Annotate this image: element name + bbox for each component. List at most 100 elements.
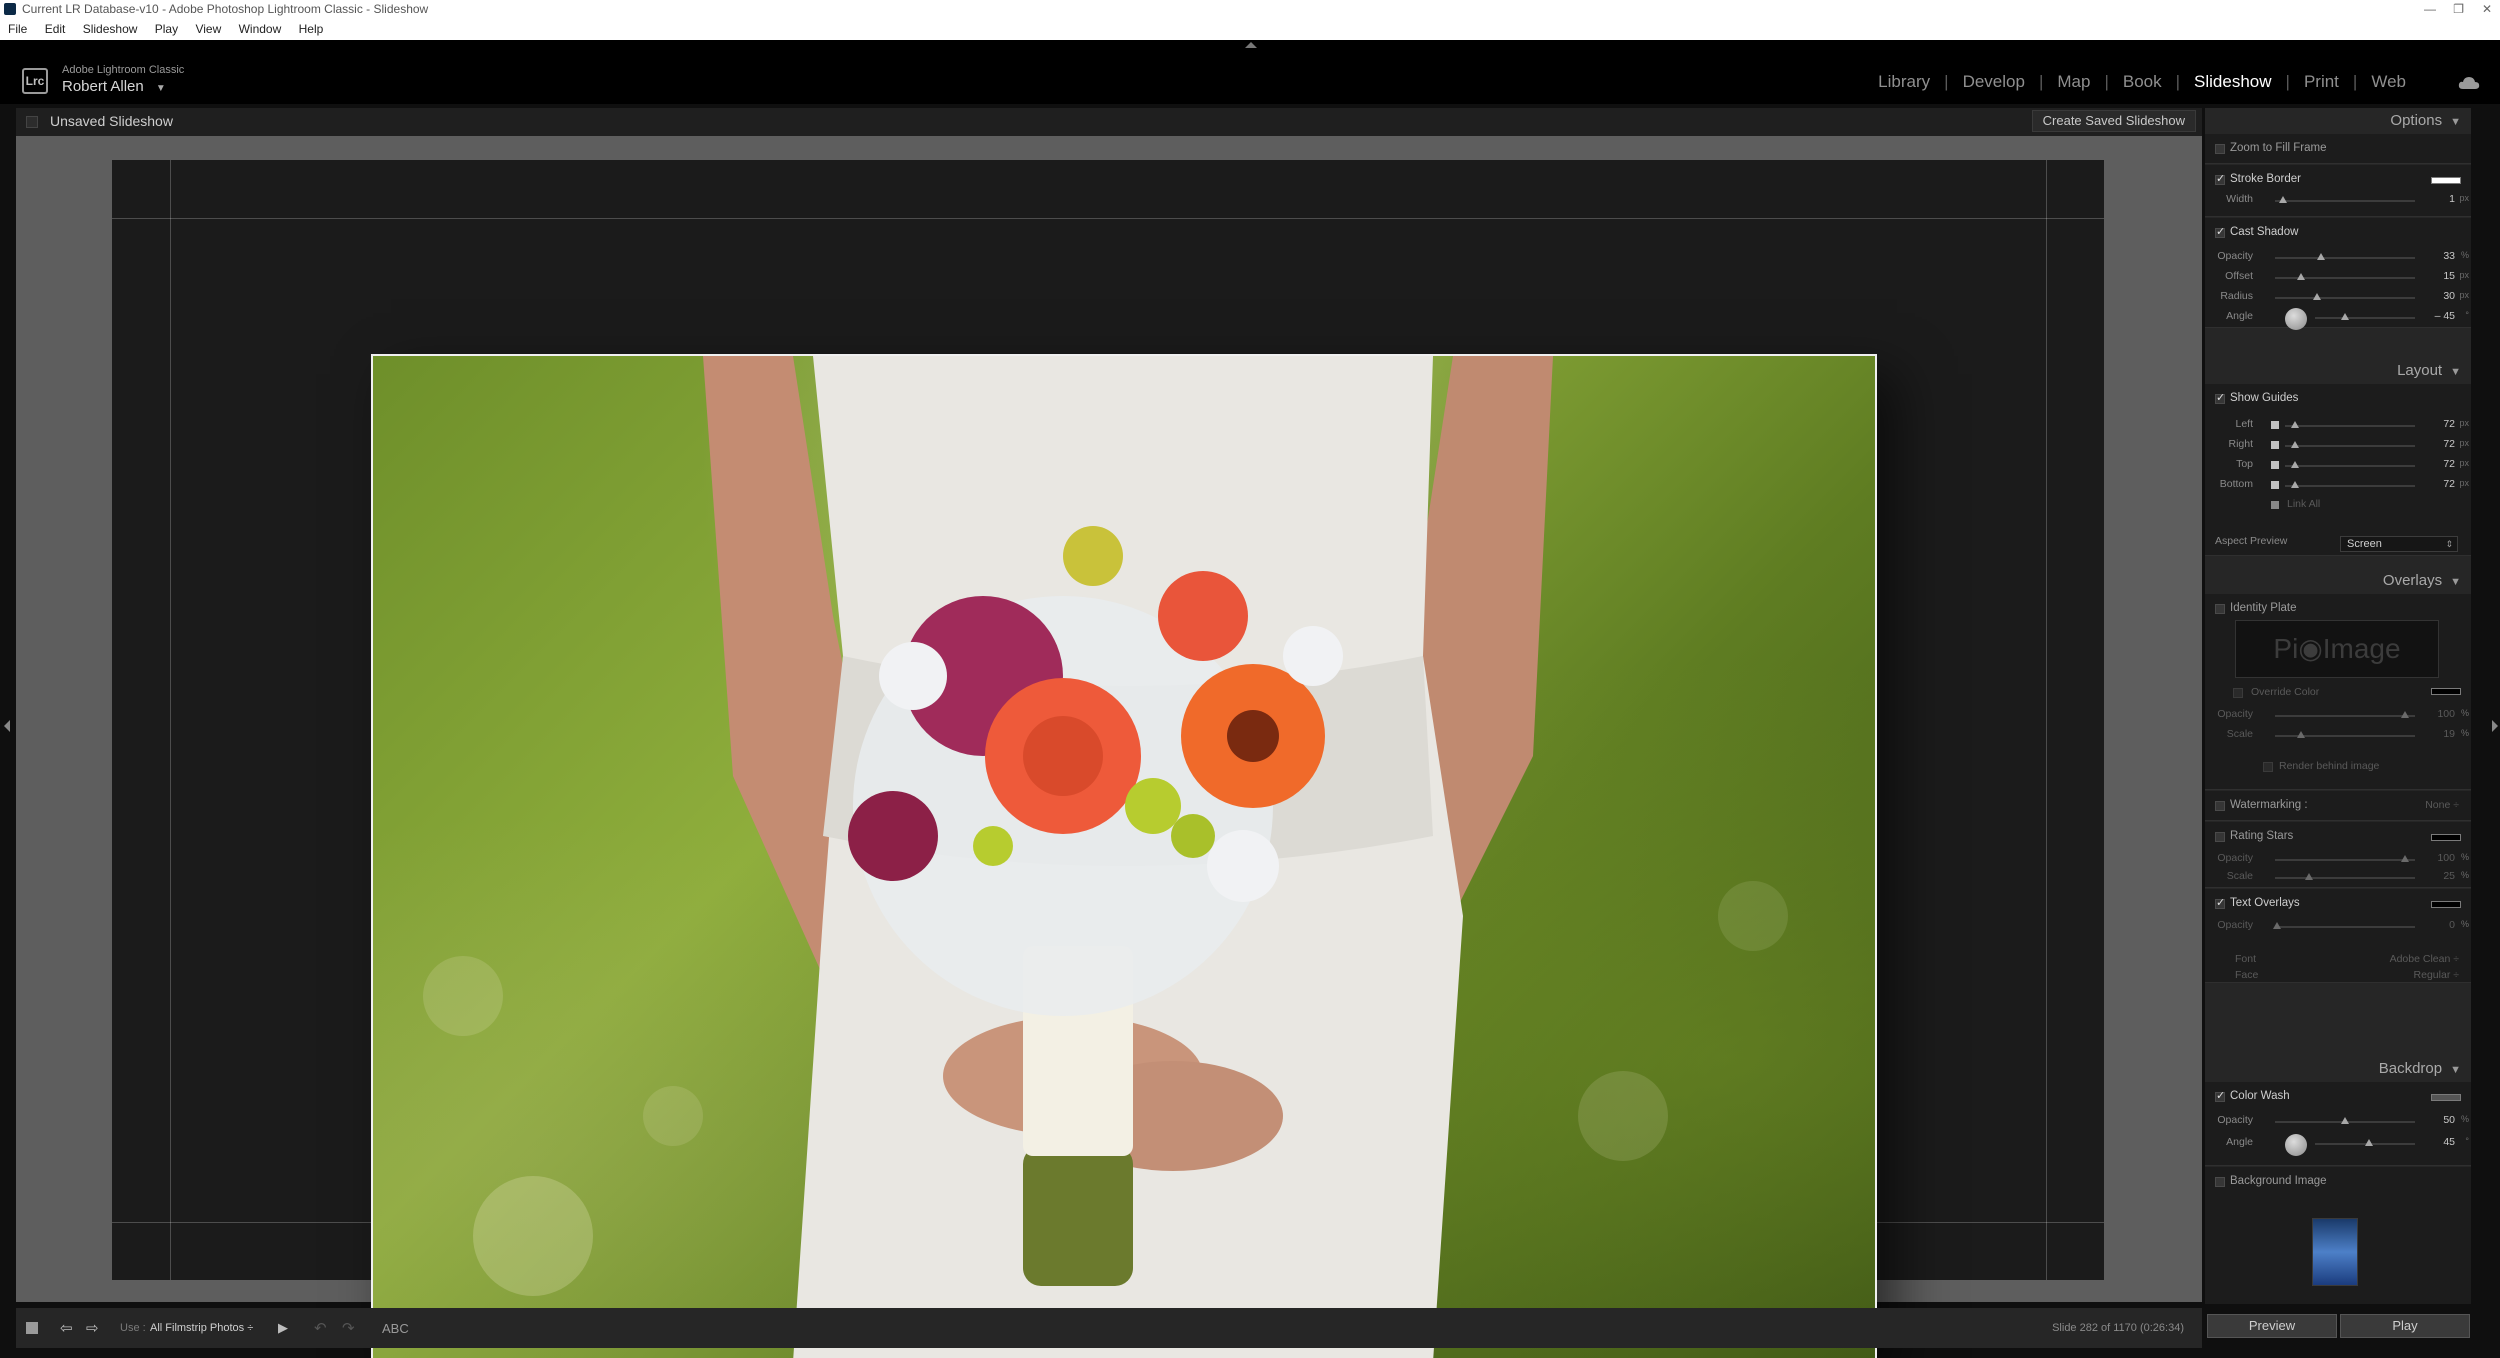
slider-track[interactable] [2285,425,2415,427]
menu-edit[interactable]: Edit [45,22,66,36]
slider-track[interactable] [2275,715,2415,717]
play-preview-icon[interactable]: ▶ [278,1320,288,1336]
overlays-panel-header[interactable]: Overlays ▼ [2383,572,2461,589]
guide-left-slider[interactable]: Left 72 px [2205,418,2471,434]
previous-slide-icon[interactable]: ⇦ [60,1319,73,1337]
close-button[interactable]: ✕ [2482,0,2492,18]
text-opacity-value[interactable]: 0 [2449,919,2455,931]
slider-knob[interactable] [2365,1139,2373,1146]
slide-photo[interactable] [371,354,1877,1358]
slider-track[interactable] [2315,317,2415,319]
module-print[interactable]: Print [2290,72,2353,92]
text-overlay-color-swatch[interactable] [2431,901,2461,908]
stroke-border-checkbox[interactable] [2215,172,2225,185]
slider-knob[interactable] [2291,481,2299,488]
create-saved-slideshow-button[interactable]: Create Saved Slideshow [2031,110,2196,132]
plate-opacity-value[interactable]: 100 [2437,708,2455,720]
wash-opacity-slider[interactable]: Opacity 50 % [2205,1114,2471,1130]
plate-scale-slider[interactable]: Scale 19 % [2205,728,2471,744]
watermark-select[interactable]: None ÷ [2425,799,2459,811]
menu-slideshow[interactable]: Slideshow [83,22,138,36]
rotate-right-icon[interactable]: ↷ [342,1319,355,1337]
stroke-width-slider[interactable]: Width 1 px [2205,193,2471,209]
rating-stars-color-swatch[interactable] [2431,834,2461,841]
slider-knob[interactable] [2279,196,2287,203]
shadow-angle-slider[interactable]: Angle – 45 ° [2205,308,2471,330]
slider-knob[interactable] [2341,313,2349,320]
layout-panel-header[interactable]: Layout ▼ [2397,362,2461,379]
module-develop[interactable]: Develop [1949,72,2039,92]
identity-plate-preview[interactable]: Pi◉Image [2235,620,2439,678]
menu-file[interactable]: File [8,22,27,36]
right-value[interactable]: 72 [2443,438,2455,450]
stars-opacity-value[interactable]: 100 [2437,852,2455,864]
slider-track[interactable] [2275,277,2415,279]
slider-knob[interactable] [2297,273,2305,280]
background-image-checkbox[interactable] [2215,1177,2225,1187]
guide-link-icon[interactable] [2271,461,2279,469]
module-library[interactable]: Library [1864,72,1944,92]
backdrop-panel-header[interactable]: Backdrop ▼ [2379,1060,2461,1077]
slider-track[interactable] [2285,465,2415,467]
text-overlays-checkbox[interactable] [2215,896,2225,909]
text-opacity-slider[interactable]: Opacity 0 % [2205,919,2471,935]
slider-track[interactable] [2275,859,2415,861]
wash-angle-value[interactable]: 45 [2443,1136,2455,1148]
identity-plate-checkbox[interactable] [2215,604,2225,614]
slider-knob[interactable] [2317,253,2325,260]
module-map[interactable]: Map [2043,72,2104,92]
wash-angle-slider[interactable]: Angle 45 ° [2205,1134,2471,1156]
use-photos-select[interactable]: All Filmstrip Photos ÷ [150,1322,253,1334]
shadow-opacity-slider[interactable]: Opacity 33 % [2205,250,2471,266]
radius-value[interactable]: 30 [2443,290,2455,302]
width-value[interactable]: 1 [2449,193,2455,205]
play-button[interactable]: Play [2340,1314,2470,1338]
left-value[interactable]: 72 [2443,418,2455,430]
guide-bottom-slider[interactable]: Bottom 72 px [2205,478,2471,494]
color-wash-swatch[interactable] [2431,1094,2461,1101]
override-color-checkbox[interactable] [2233,688,2243,698]
slider-knob[interactable] [2273,922,2281,929]
slider-track[interactable] [2275,257,2415,259]
top-value[interactable]: 72 [2443,458,2455,470]
slider-track[interactable] [2275,877,2415,879]
stars-scale-value[interactable]: 25 [2443,870,2455,882]
top-panel-toggle-icon[interactable] [1245,42,1257,48]
cast-shadow-checkbox[interactable] [2215,225,2225,238]
add-text-overlay-button[interactable]: ABC [382,1321,409,1336]
override-color-swatch[interactable] [2431,688,2461,695]
background-image-thumbnail[interactable] [2312,1218,2358,1286]
guide-top-slider[interactable]: Top 72 px [2205,458,2471,474]
shadow-radius-slider[interactable]: Radius 30 px [2205,290,2471,306]
guide-link-icon[interactable] [2271,441,2279,449]
stop-icon[interactable] [26,1322,38,1334]
font-select[interactable]: Adobe Clean ÷ [2390,953,2459,965]
slider-knob[interactable] [2305,873,2313,880]
slider-track[interactable] [2275,926,2415,928]
rating-stars-checkbox[interactable] [2215,832,2225,842]
guide-right-slider[interactable]: Right 72 px [2205,438,2471,454]
slider-knob[interactable] [2401,855,2409,862]
layout-guide-top[interactable] [112,218,2104,219]
shadow-offset-slider[interactable]: Offset 15 px [2205,270,2471,286]
stroke-color-swatch[interactable] [2431,177,2461,184]
maximize-button[interactable]: ❐ [2453,0,2464,18]
module-web[interactable]: Web [2357,72,2420,92]
guide-link-icon[interactable] [2271,421,2279,429]
aspect-preview-select[interactable]: Screen ⇕ [2340,536,2458,552]
wash-opacity-value[interactable]: 50 [2443,1114,2455,1126]
zoom-to-fill-checkbox[interactable] [2215,144,2225,154]
preview-button[interactable]: Preview [2207,1314,2337,1338]
menu-view[interactable]: View [195,22,221,36]
slider-track[interactable] [2275,200,2415,202]
minimize-button[interactable]: — [2424,0,2436,18]
slider-track[interactable] [2285,445,2415,447]
slider-knob[interactable] [2401,711,2409,718]
plate-scale-value[interactable]: 19 [2443,728,2455,740]
slider-knob[interactable] [2341,1117,2349,1124]
module-slideshow[interactable]: Slideshow [2180,72,2286,92]
stars-opacity-slider[interactable]: Opacity 100 % [2205,852,2471,868]
color-wash-checkbox[interactable] [2215,1089,2225,1102]
layout-guide-left[interactable] [170,160,171,1280]
plate-opacity-slider[interactable]: Opacity 100 % [2205,708,2471,724]
